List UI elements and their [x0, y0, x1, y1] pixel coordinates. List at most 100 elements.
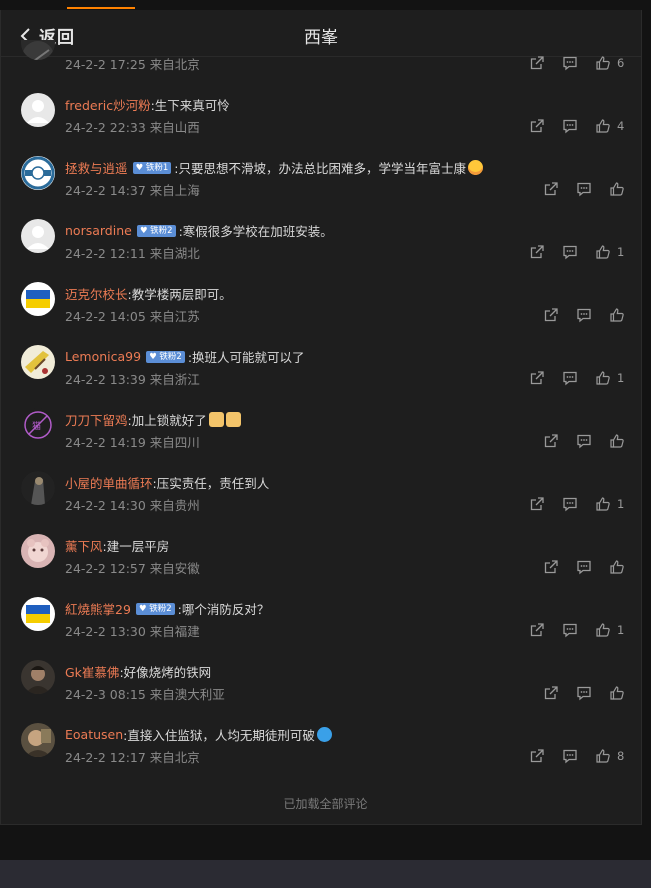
comment-text-line: 迈克尔校长:教学楼两层即可。	[65, 284, 232, 303]
share-icon[interactable]	[529, 496, 545, 512]
comment-text: :寒假很多学校在加班安装。	[178, 224, 333, 239]
comment-icon[interactable]	[576, 559, 592, 575]
like-icon[interactable]	[595, 55, 611, 71]
comment-username[interactable]: 拯救与逍遥	[65, 158, 128, 177]
comment-username[interactable]: frederic炒河粉	[65, 95, 151, 114]
comment-text: :好像烧烤的铁网	[119, 665, 212, 680]
comment-username[interactable]: Gk崔慕佛	[65, 662, 119, 681]
comment-username[interactable]: Lemonica99	[65, 349, 141, 364]
avatar[interactable]	[21, 534, 55, 568]
avatar[interactable]: 猫	[21, 408, 55, 442]
like-icon[interactable]	[595, 748, 611, 764]
like-icon[interactable]	[595, 496, 611, 512]
avatar[interactable]	[21, 93, 55, 127]
comment-actions: 1	[529, 621, 624, 639]
avatar[interactable]	[21, 345, 55, 379]
comment-row: frederic炒河粉:生下来真可怜 24-2-2 22:33 来自山西 4	[0, 93, 651, 156]
avatar[interactable]	[21, 156, 55, 190]
comment-username[interactable]: Eoatusen	[65, 727, 123, 742]
comment-text-line: Eoatusen:直接入住监狱，人均无期徒刑可破	[65, 725, 332, 744]
bottom-bar	[0, 860, 651, 888]
like-icon[interactable]	[609, 307, 625, 323]
comment-username[interactable]: 小屋的单曲循环	[65, 473, 153, 492]
cat-emoji-icon	[225, 412, 241, 427]
comment-actions	[543, 180, 625, 198]
comment-timestamp: 24-2-2 14:30 来自贵州	[65, 498, 200, 513]
like-icon[interactable]	[609, 181, 625, 197]
comment-row: Lemonica99 ♥ 铁粉2:换班人可能就可以了 24-2-2 13:39 来自…	[0, 345, 651, 408]
avatar[interactable]	[21, 597, 55, 631]
comment-text: :建一层平房	[102, 539, 170, 554]
comment-text: :生下来真可怜	[150, 98, 230, 113]
like-icon[interactable]	[609, 685, 625, 701]
share-icon[interactable]	[529, 622, 545, 638]
fan-badge: ♥ 铁粉2	[146, 350, 185, 363]
comment-row: norsardine ♥ 铁粉2:寒假很多学校在加班安装。 24-2-2 12:11…	[0, 219, 651, 282]
comment-row: 薰下风:建一层平房 24-2-2 12:57 来自安徽	[0, 534, 651, 597]
svg-text:猫: 猫	[32, 420, 41, 432]
like-icon[interactable]	[595, 244, 611, 260]
comment-actions: 1	[529, 243, 624, 261]
comment-text-line: Lemonica99 ♥ 铁粉2:换班人可能就可以了	[65, 347, 305, 366]
avatar[interactable]	[21, 219, 55, 253]
comment-icon[interactable]	[576, 307, 592, 323]
comment-icon[interactable]	[562, 55, 578, 71]
comment-row: Gk崔慕佛:好像烧烤的铁网 24-2-3 08:15 来自澳大利亚	[0, 660, 651, 723]
like-icon[interactable]	[595, 622, 611, 638]
comment-actions: 1	[529, 369, 624, 387]
comment-timestamp: 24-2-2 14:19 来自四川	[65, 435, 200, 450]
comment-timestamp: 24-2-3 08:15 来自澳大利亚	[65, 687, 225, 702]
comment-icon[interactable]	[576, 685, 592, 701]
avatar[interactable]	[21, 40, 55, 60]
like-icon[interactable]	[595, 370, 611, 386]
comment-icon[interactable]	[562, 244, 578, 260]
comment-timestamp: 24-2-2 14:05 来自江苏	[65, 309, 200, 324]
share-icon[interactable]	[543, 685, 559, 701]
comment-icon[interactable]	[562, 622, 578, 638]
avatar[interactable]	[21, 471, 55, 505]
comment-icon[interactable]	[562, 370, 578, 386]
comment-text-line: 紅燒熊掌29 ♥ 铁粉2:哪个消防反对？	[65, 599, 269, 618]
like-icon[interactable]	[609, 433, 625, 449]
share-icon[interactable]	[529, 55, 545, 71]
share-icon[interactable]	[543, 307, 559, 323]
comment-timestamp: 24-2-2 12:17 来自北京	[65, 750, 200, 765]
comment-text: :只要思想不滑坡，办法总比困难多，学学当年富士康	[174, 161, 466, 176]
share-icon[interactable]	[529, 370, 545, 386]
comment-icon[interactable]	[576, 433, 592, 449]
share-icon[interactable]	[529, 118, 545, 134]
share-icon[interactable]	[529, 748, 545, 764]
comment-text-line: 刀刀下留鸡:加上锁就好了	[65, 410, 241, 429]
comment-text-line: frederic炒河粉:生下来真可怜	[65, 95, 230, 114]
comment-icon[interactable]	[562, 748, 578, 764]
comment-actions: 1	[529, 495, 624, 513]
like-icon[interactable]	[609, 559, 625, 575]
share-icon[interactable]	[529, 244, 545, 260]
heart-icon: ♥	[135, 162, 146, 173]
cat-emoji-icon	[208, 412, 224, 427]
avatar[interactable]	[21, 660, 55, 694]
share-icon[interactable]	[543, 181, 559, 197]
top-accent-bar	[67, 7, 135, 9]
comment-text-line: Gk崔慕佛:好像烧烤的铁网	[65, 662, 211, 681]
comment-username[interactable]: norsardine	[65, 223, 132, 238]
like-count: 1	[617, 371, 625, 385]
comment-row: Eoatusen:直接入住监狱，人均无期徒刑可破 24-2-2 12:17 来自北…	[0, 723, 651, 786]
comment-row: 猫 刀刀下留鸡:加上锁就好了 24-2-2 14:19 来自四川	[0, 408, 651, 471]
comment-timestamp: 24-2-2 12:57 来自安徽	[65, 561, 200, 576]
comment-icon[interactable]	[562, 118, 578, 134]
avatar[interactable]	[21, 723, 55, 757]
comment-timestamp: 24-2-2 14:37 来自上海	[65, 183, 200, 198]
comment-actions	[543, 558, 625, 576]
comment-icon[interactable]	[576, 181, 592, 197]
comment-text: :哪个消防反对？	[177, 602, 270, 617]
comment-username[interactable]: 迈克尔校长	[65, 284, 128, 303]
comment-icon[interactable]	[562, 496, 578, 512]
share-icon[interactable]	[543, 433, 559, 449]
share-icon[interactable]	[543, 559, 559, 575]
comment-username[interactable]: 薰下风	[65, 536, 103, 555]
comment-username[interactable]: 紅燒熊掌29	[65, 599, 131, 618]
comment-username[interactable]: 刀刀下留鸡	[65, 410, 128, 429]
like-icon[interactable]	[595, 118, 611, 134]
avatar[interactable]	[21, 282, 55, 316]
